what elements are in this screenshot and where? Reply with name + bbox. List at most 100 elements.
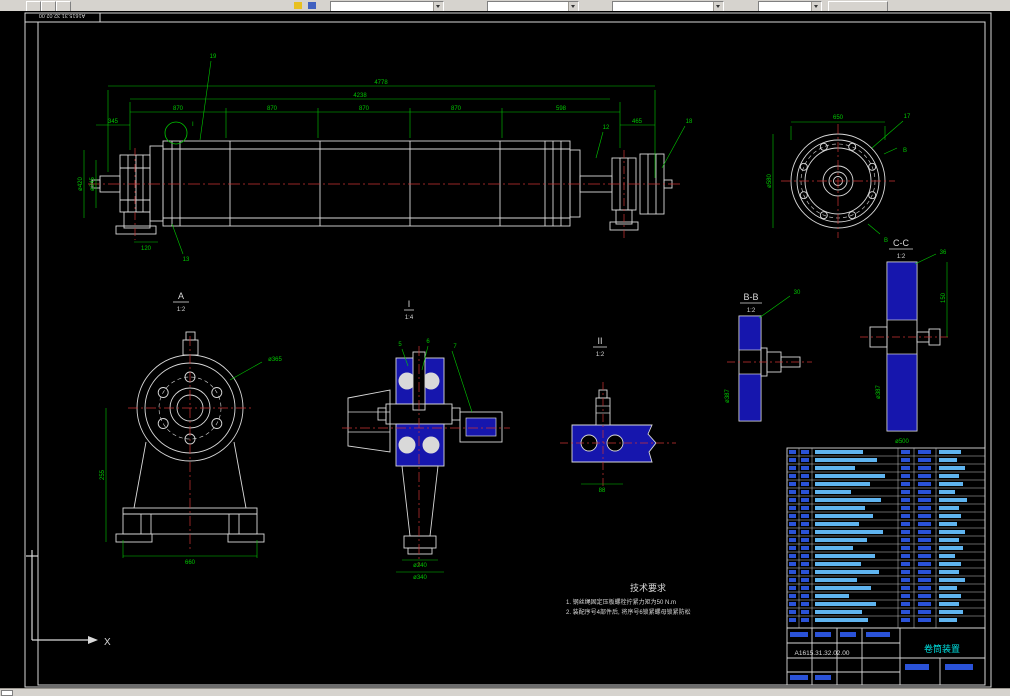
bom-cell-text-bar	[789, 586, 796, 590]
bom-cell-text-bar	[789, 450, 796, 454]
bom-cell-text-bar	[815, 538, 867, 542]
bom-cell-text-bar	[789, 594, 796, 598]
bom-cell-text-bar	[801, 538, 809, 542]
bom-cell-text-bar	[789, 610, 796, 614]
bom-cell-text-bar	[901, 586, 910, 590]
bom-cell-text-bar	[789, 458, 796, 462]
bom-cell-text-bar	[815, 570, 879, 574]
bom-cell-text-bar	[789, 474, 796, 478]
bom-cell-text-bar	[939, 538, 959, 542]
bom-cell-text-bar	[939, 586, 957, 590]
detail-ii-scale: 1:2	[596, 352, 605, 358]
bom-cell-text-bar	[918, 482, 931, 486]
balloon-18: 18	[686, 119, 693, 125]
dim-sub: 4238	[353, 93, 367, 99]
title-block-drawing-no: A1615.31.32.02.00	[795, 650, 850, 657]
bom-cell-text-bar	[801, 554, 809, 558]
title-block-product-name: 卷筒装置	[924, 643, 960, 654]
bom-cell-text-bar	[815, 522, 859, 526]
tech-req-heading: 技术要求	[630, 582, 666, 593]
bom-cell-text-bar	[901, 490, 910, 494]
bom-cell-text-bar	[815, 482, 870, 486]
dim-total: 4778	[374, 80, 388, 86]
bom-cell-text-bar	[939, 562, 961, 566]
bom-cell-text-bar	[815, 610, 862, 614]
bom-cell-text-bar	[801, 482, 809, 486]
bom-cell-text-bar	[918, 522, 931, 526]
detail-i-scale: 1:4	[405, 315, 414, 321]
bom-cell-text-bar	[815, 498, 881, 502]
bom-cell-text-bar	[918, 602, 931, 606]
section-cc-dim-left: ø387	[876, 385, 882, 399]
bom-cell-text-bar	[789, 570, 796, 574]
view-a-dim-left: 255	[100, 469, 106, 480]
section-cc-dim-bottom: ø500	[895, 439, 909, 445]
bom-cell-text-bar	[918, 466, 931, 470]
bom-cell-text-bar	[789, 602, 796, 606]
bom-cell-text-bar	[939, 458, 957, 462]
bom-cell-text-bar	[801, 490, 809, 494]
dim-seg5: 598	[556, 106, 567, 112]
bom-cell-text-bar	[815, 578, 857, 582]
bom-cell-text-bar	[801, 578, 809, 582]
bom-cell-text-bar	[815, 458, 877, 462]
bom-cell-text-bar	[918, 538, 931, 542]
bom-cell-text-bar	[815, 466, 855, 470]
section-bb-scale: 1:2	[747, 308, 756, 314]
detail-i-dim1: ø240	[413, 563, 427, 569]
bom-cell-text-bar	[939, 554, 955, 558]
bom-cell-text-bar	[901, 538, 910, 542]
section-bb-leader: 30	[794, 290, 801, 296]
bom-cell-text-bar	[918, 618, 931, 622]
drawing-canvas[interactable]: A1615.31.32.02.00 I 4778 4238 870 870 87…	[0, 0, 1010, 694]
bom-cell-text-bar	[789, 578, 796, 582]
bom-cell-text-bar	[815, 618, 868, 622]
bom-cell-text-bar	[801, 522, 809, 526]
view-a-scale: 1:2	[177, 307, 186, 313]
bom-cell-text-bar	[901, 498, 910, 502]
balloon-17: 17	[904, 114, 911, 120]
dim-dia-inner: ø245	[90, 177, 96, 191]
bom-cell-text-bar	[789, 522, 796, 526]
bom-cell-text-bar	[918, 506, 931, 510]
detail-i-dim2: ø340	[413, 575, 427, 581]
bom-cell-text-bar	[939, 618, 957, 622]
dim-seg3: 870	[359, 106, 370, 112]
bom-cell-text-bar	[789, 466, 796, 470]
bom-cell-text-bar	[801, 546, 809, 550]
bom-cell-text-bar	[918, 586, 931, 590]
bom-cell-text-bar	[939, 522, 957, 526]
bom-cell-text-bar	[901, 562, 910, 566]
end-dim-left: ø580	[767, 174, 773, 188]
bom-cell-text-bar	[918, 458, 931, 462]
bom-cell-text-bar	[901, 602, 910, 606]
detail-i-title: I	[408, 299, 411, 309]
bom-cell-text-bar	[939, 602, 959, 606]
bom-cell-text-bar	[801, 466, 809, 470]
corner-drawing-number: A1615.31.32.02.00	[39, 12, 86, 18]
bom-cell-text-bar	[918, 570, 931, 574]
bom-cell-text-bar	[918, 474, 931, 478]
detail-ii-dim: 88	[599, 488, 606, 494]
bom-cell-text-bar	[815, 546, 853, 550]
bom-cell-text-bar	[918, 562, 931, 566]
bom-cell-text-bar	[901, 514, 910, 518]
bom-cell-text-bar	[815, 562, 861, 566]
command-input[interactable]	[1, 690, 13, 696]
bom-cell-text-bar	[789, 514, 796, 518]
bom-cell-text-bar	[939, 482, 963, 486]
bom-cell-text-bar	[939, 594, 961, 598]
bom-cell-text-bar	[939, 578, 965, 582]
bom-cell-text-bar	[901, 522, 910, 526]
bom-cell-text-bar	[815, 554, 875, 558]
section-cc-leader: 36	[940, 250, 947, 256]
bom-cell-text-bar	[801, 610, 809, 614]
bom-cell-text-bar	[918, 450, 931, 454]
dim-seg4: 870	[451, 106, 462, 112]
view-a-title: A	[178, 291, 184, 301]
bom-cell-text-bar	[918, 498, 931, 502]
bom-cell-text-bar	[918, 594, 931, 598]
bom-cell-text-bar	[801, 514, 809, 518]
bom-cell-text-bar	[901, 474, 910, 478]
bom-cell-text-bar	[939, 490, 955, 494]
